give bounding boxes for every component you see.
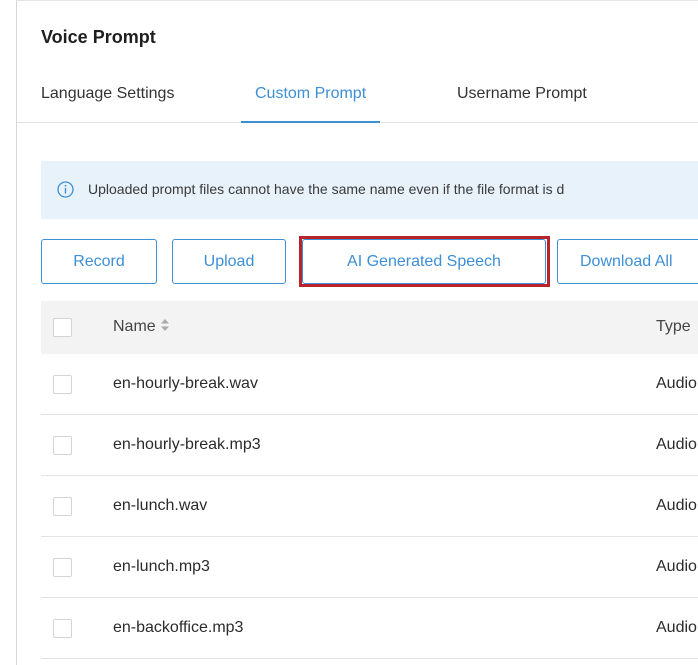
tab-language-settings[interactable]: Language Settings xyxy=(41,85,174,123)
table-header: Name Type xyxy=(41,301,698,354)
upload-button[interactable]: Upload xyxy=(172,239,286,284)
tab-username-prompt[interactable]: Username Prompt xyxy=(457,85,587,123)
info-icon xyxy=(57,181,74,198)
sort-icon[interactable] xyxy=(160,318,170,332)
info-notice: Uploaded prompt files cannot have the sa… xyxy=(41,161,698,219)
table-row[interactable]: en-backoffice.mp3 Audio xyxy=(41,598,698,659)
file-name: en-hourly-break.wav xyxy=(113,375,258,392)
file-type: Audio xyxy=(656,497,697,514)
file-type: Audio xyxy=(656,375,697,392)
table-row[interactable]: en-lunch.mp3 Audio xyxy=(41,537,698,598)
row-checkbox[interactable] xyxy=(53,619,72,638)
voice-prompt-panel: Voice Prompt Language Settings Custom Pr… xyxy=(16,0,698,665)
notice-text: Uploaded prompt files cannot have the sa… xyxy=(88,181,565,197)
file-type: Audio xyxy=(656,436,697,453)
file-name: en-backoffice.mp3 xyxy=(113,619,244,636)
row-checkbox[interactable] xyxy=(53,375,72,394)
column-name-label: Name xyxy=(113,318,156,335)
select-all-checkbox[interactable] xyxy=(53,318,72,337)
file-type: Audio xyxy=(656,619,697,636)
ai-generated-speech-button[interactable]: AI Generated Speech xyxy=(302,239,546,284)
file-name: en-lunch.wav xyxy=(113,497,208,514)
download-all-button[interactable]: Download All xyxy=(557,239,698,284)
row-checkbox[interactable] xyxy=(53,497,72,516)
record-button[interactable]: Record xyxy=(41,239,157,284)
row-checkbox[interactable] xyxy=(53,436,72,455)
tab-custom-prompt[interactable]: Custom Prompt xyxy=(241,85,381,123)
column-header-name[interactable]: Name xyxy=(113,318,170,336)
file-name: en-lunch.mp3 xyxy=(113,558,210,575)
table-row[interactable]: en-hourly-break.mp3 Audio xyxy=(41,415,698,476)
row-checkbox[interactable] xyxy=(53,558,72,577)
table-row[interactable]: en-lunch.wav Audio xyxy=(41,476,698,537)
file-name: en-hourly-break.mp3 xyxy=(113,436,261,453)
column-header-type: Type xyxy=(656,318,691,335)
file-type: Audio xyxy=(656,558,697,575)
prompt-table: Name Type en-hourly-break.wav Audio en-h… xyxy=(41,301,698,659)
table-row[interactable]: en-hourly-break.wav Audio xyxy=(41,354,698,415)
page-title: Voice Prompt xyxy=(41,27,156,47)
tab-bar: Language Settings Custom Prompt Username… xyxy=(17,75,698,123)
